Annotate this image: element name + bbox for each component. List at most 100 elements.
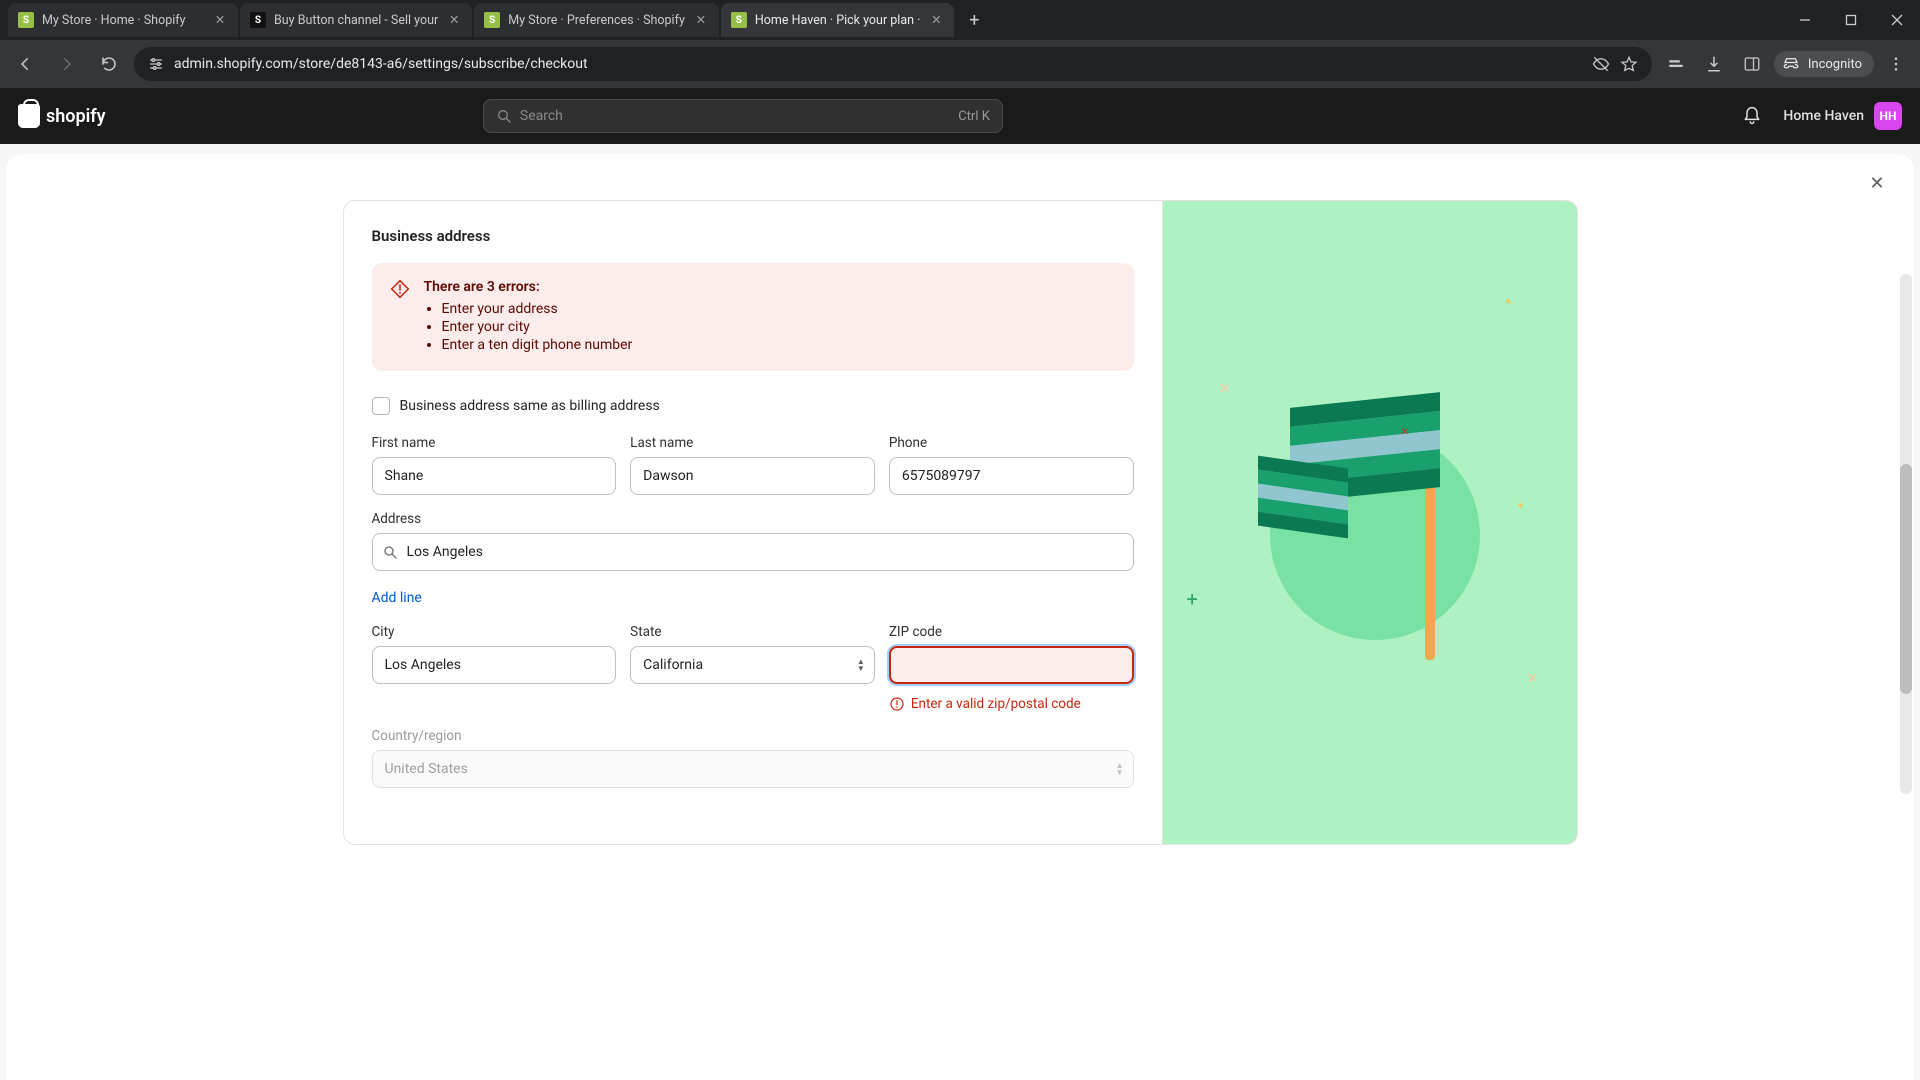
maximize-button[interactable]: [1828, 3, 1874, 37]
first-name-input[interactable]: [372, 457, 617, 495]
back-button[interactable]: [8, 47, 42, 81]
reload-button[interactable]: [92, 47, 126, 81]
incognito-label: Incognito: [1808, 57, 1862, 72]
error-circle-icon: [889, 696, 905, 712]
browser-chrome: S My Store · Home · Shopify ✕ S Buy Butt…: [0, 0, 1920, 88]
phone-field: Phone: [889, 435, 1134, 495]
tab-close-icon[interactable]: ✕: [446, 12, 462, 28]
tab-strip: S My Store · Home · Shopify ✕ S Buy Butt…: [0, 0, 1920, 40]
alert-item: Enter a ten digit phone number: [442, 337, 633, 353]
favicon-shopify-icon: S: [731, 12, 747, 28]
tab-title: My Store · Preferences · Shopify: [508, 13, 685, 28]
alert-item: Enter your city: [442, 319, 633, 335]
bookmark-star-icon[interactable]: [1620, 55, 1638, 73]
kebab-menu-icon[interactable]: [1880, 47, 1912, 81]
add-address-line-link[interactable]: Add line: [372, 590, 422, 606]
topbar-right: Home Haven HH: [1737, 101, 1902, 131]
search-placeholder: Search: [520, 108, 563, 124]
address-bar[interactable]: admin.shopify.com/store/de8143-a6/settin…: [134, 47, 1652, 81]
last-name-input[interactable]: [630, 457, 875, 495]
store-switcher[interactable]: Home Haven HH: [1783, 102, 1902, 130]
zip-label: ZIP code: [889, 624, 1134, 640]
url-text: admin.shopify.com/store/de8143-a6/settin…: [174, 56, 1582, 72]
deco-x-icon: ✕: [1219, 381, 1231, 397]
address-label: Address: [372, 511, 1134, 527]
zip-input[interactable]: [889, 646, 1134, 684]
phone-input[interactable]: [889, 457, 1134, 495]
alert-diamond-icon: [390, 279, 410, 355]
illustration-panel: ✕ ✕ ✕ + ✦ ✦: [1163, 200, 1578, 845]
favicon-generic-icon: S: [250, 12, 266, 28]
deco-plus-icon: +: [1187, 587, 1198, 611]
favicon-shopify-icon: S: [18, 12, 34, 28]
page-stage: ✕ Business address There are 3 errors: E…: [0, 144, 1920, 1080]
first-name-label: First name: [372, 435, 617, 451]
shopify-topbar: shopify Search Ctrl K Home Haven HH: [0, 88, 1920, 144]
tab-close-icon[interactable]: ✕: [928, 12, 944, 28]
close-window-button[interactable]: [1874, 3, 1920, 37]
same-as-billing-checkbox[interactable]: [372, 397, 390, 415]
country-field: Country/region ▲▼: [372, 728, 1134, 788]
search-icon: [496, 108, 512, 124]
country-select: [372, 750, 1134, 788]
deco-sparkle-icon: ✦: [1504, 297, 1512, 308]
browser-tab[interactable]: S My Store · Home · Shopify ✕: [8, 3, 238, 37]
alert-list: Enter your address Enter your city Enter…: [424, 301, 633, 353]
new-tab-button[interactable]: +: [960, 6, 988, 34]
shopify-wordmark: shopify: [46, 106, 106, 127]
first-name-field: First name: [372, 435, 617, 495]
deco-sparkle-icon: ✦: [1516, 501, 1524, 512]
modal-close-button[interactable]: ✕: [1862, 168, 1892, 198]
city-input[interactable]: [372, 646, 617, 684]
shopify-logo[interactable]: shopify: [18, 104, 106, 128]
last-name-field: Last name: [630, 435, 875, 495]
same-as-billing-label: Business address same as billing address: [400, 398, 660, 414]
side-panel-icon[interactable]: [1736, 47, 1768, 81]
address-field: Address: [372, 511, 1134, 571]
address-input[interactable]: [372, 533, 1134, 571]
search-icon: [382, 544, 398, 560]
modal-scroll-area[interactable]: Business address There are 3 errors: Ent…: [6, 200, 1914, 1080]
deco-x-icon: ✕: [1527, 671, 1539, 687]
incognito-icon: [1782, 55, 1800, 73]
tab-close-icon[interactable]: ✕: [693, 12, 709, 28]
state-field: State ▲▼: [630, 624, 875, 712]
zip-error-text: Enter a valid zip/postal code: [911, 696, 1081, 712]
shopify-bag-icon: [18, 104, 40, 128]
browser-tab[interactable]: S Buy Button channel - Sell your ✕: [240, 3, 472, 37]
business-address-card: Business address There are 3 errors: Ent…: [343, 200, 1163, 845]
zip-error-message: Enter a valid zip/postal code: [889, 696, 1134, 712]
media-control-icon[interactable]: [1660, 47, 1692, 81]
phone-label: Phone: [889, 435, 1134, 451]
browser-tab[interactable]: S My Store · Preferences · Shopify ✕: [474, 3, 719, 37]
alert-item: Enter your address: [442, 301, 633, 317]
same-as-billing-row: Business address same as billing address: [372, 397, 1134, 415]
toolbar-right-icons: Incognito: [1660, 47, 1912, 81]
tab-title: Home Haven · Pick your plan ·: [755, 13, 921, 28]
state-select[interactable]: [630, 646, 875, 684]
browser-tab-active[interactable]: S Home Haven · Pick your plan · ✕: [721, 3, 955, 37]
browser-toolbar: admin.shopify.com/store/de8143-a6/settin…: [0, 40, 1920, 88]
scrollbar-thumb[interactable]: [1900, 464, 1912, 694]
avatar: HH: [1874, 102, 1902, 130]
global-search[interactable]: Search Ctrl K: [483, 99, 1003, 133]
tab-title: Buy Button channel - Sell your: [274, 13, 438, 28]
favicon-shopify-icon: S: [484, 12, 500, 28]
last-name-label: Last name: [630, 435, 875, 451]
zip-field: ZIP code Enter a valid zip/postal code: [889, 624, 1134, 712]
eye-off-icon[interactable]: [1592, 55, 1610, 73]
city-label: City: [372, 624, 617, 640]
downloads-icon[interactable]: [1698, 47, 1730, 81]
flag-illustration: [1230, 370, 1510, 650]
incognito-chip[interactable]: Incognito: [1774, 51, 1874, 77]
alert-title: There are 3 errors:: [424, 279, 633, 295]
deco-x-icon: ✕: [1401, 427, 1409, 438]
tab-close-icon[interactable]: ✕: [212, 12, 228, 28]
notifications-button[interactable]: [1737, 101, 1767, 131]
country-label: Country/region: [372, 728, 1134, 744]
city-field: City: [372, 624, 617, 712]
forward-button[interactable]: [50, 47, 84, 81]
state-label: State: [630, 624, 875, 640]
search-kbd-hint: Ctrl K: [958, 109, 990, 124]
minimize-button[interactable]: [1782, 3, 1828, 37]
